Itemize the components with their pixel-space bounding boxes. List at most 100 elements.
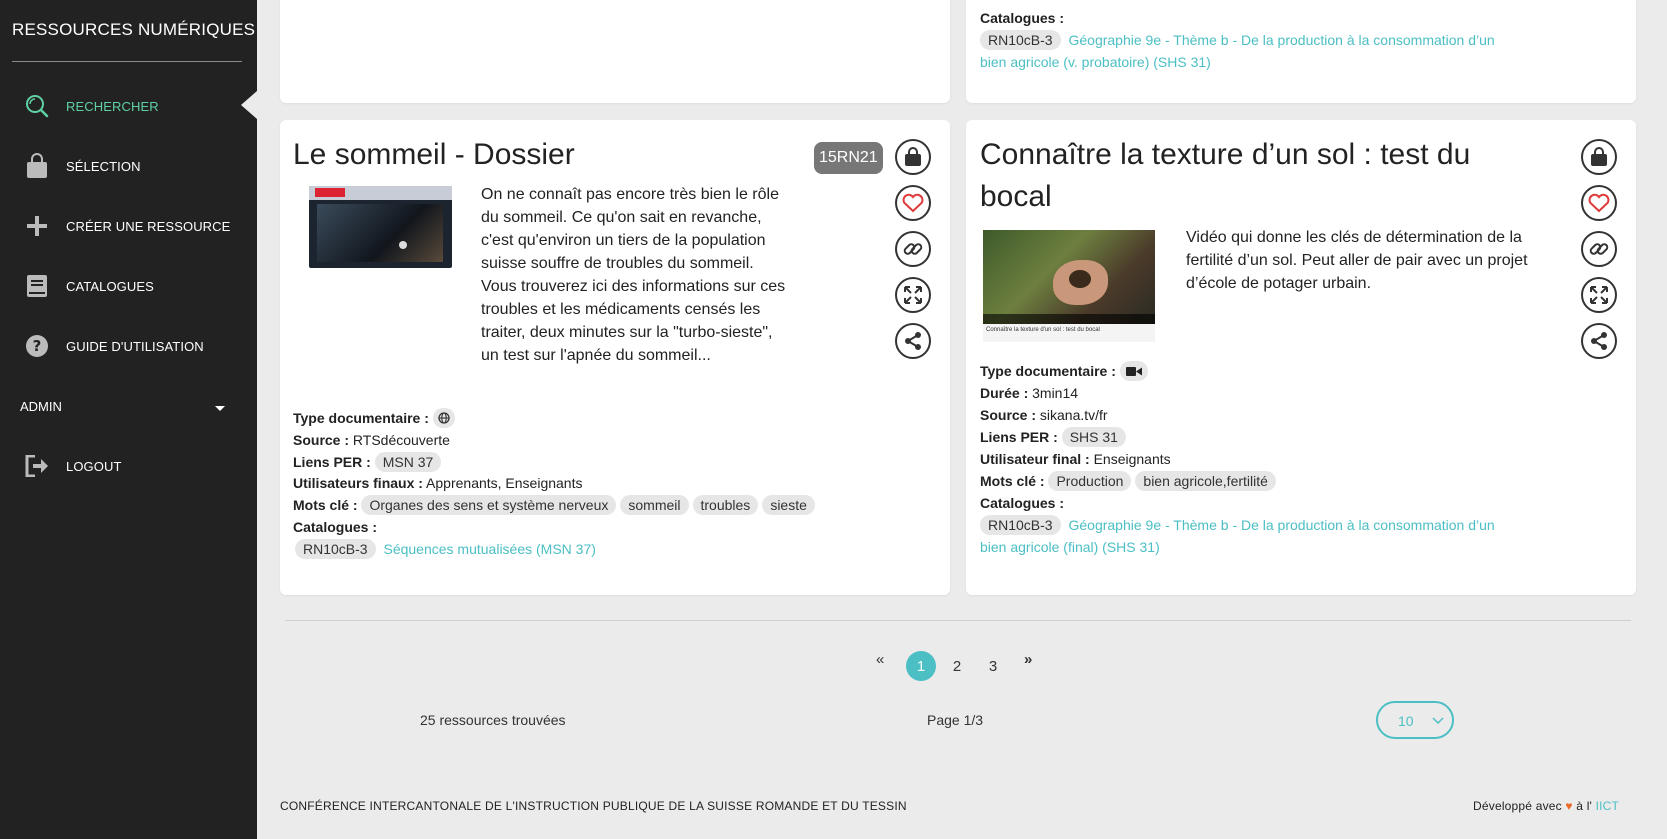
share-icon: [1591, 332, 1607, 350]
source-row: Source : sikana.tv/fr: [980, 407, 1108, 423]
book-icon: [24, 273, 50, 299]
search-icon: [24, 93, 50, 119]
catalogue-link[interactable]: Géographie 9e - Thème b - De la producti…: [1068, 517, 1494, 533]
link-button[interactable]: [895, 231, 931, 267]
last-page-button[interactable]: »: [1024, 651, 1032, 668]
bag-icon: [1591, 147, 1607, 166]
admin-menu[interactable]: ADMIN: [20, 399, 62, 414]
bag-icon: [24, 153, 50, 179]
add-to-selection-button[interactable]: [895, 139, 931, 175]
catalogue-link[interactable]: Géographie 9e - Thème b - De la producti…: [1068, 32, 1494, 48]
sidebar-item-selection[interactable]: SÉLECTION: [0, 141, 257, 191]
expand-icon: [1590, 286, 1608, 304]
video-icon: [1119, 361, 1148, 381]
logout-icon: [24, 453, 50, 479]
expand-icon: [904, 286, 922, 304]
catalogues-label: Catalogues :: [980, 10, 1065, 26]
fullscreen-button[interactable]: [1581, 277, 1617, 313]
first-page-button[interactable]: «: [876, 651, 884, 668]
sidebar: RESSOURCES NUMÉRIQUES RECHERCHER SÉLECTI…: [0, 0, 257, 839]
results-count: 25 ressources trouvées: [420, 712, 566, 728]
keyword-tag[interactable]: Organes des sens et système nerveux: [361, 495, 617, 515]
sidebar-item-catalogues[interactable]: CATALOGUES: [0, 261, 257, 311]
resource-card-partial-left: [280, 0, 950, 103]
favorite-button[interactable]: [1581, 185, 1617, 221]
favorite-button[interactable]: [895, 185, 931, 221]
sidebar-item-logout[interactable]: LOGOUT: [0, 441, 257, 491]
per-row: Liens PER : MSN 37: [293, 451, 445, 473]
source-row: Source : RTSdécouverte: [293, 432, 450, 448]
catalogue-link-cont[interactable]: bien agricole (final) (SHS 31): [980, 536, 1160, 558]
resource-title[interactable]: Le sommeil - Dossier: [293, 134, 575, 176]
resource-card: Connaître la texture d’un sol : test du b…: [966, 120, 1636, 595]
link-icon: [903, 243, 923, 255]
page-2-button[interactable]: 2: [942, 651, 972, 681]
sidebar-item-label: GUIDE D'UTILISATION: [66, 338, 204, 354]
catalogue-row: RN10cB-3 Géographie 9e - Thème b - De la…: [980, 514, 1580, 536]
resource-title[interactable]: Connaître la texture d’un sol : test du b…: [980, 134, 1520, 218]
catalogue-row: RN10cB-3 Géographie 9e - Thème b - De la…: [980, 29, 1580, 51]
type-row: Type documentaire :: [293, 407, 459, 429]
per-page-value: 10: [1398, 713, 1414, 729]
keyword-tag[interactable]: troubles: [692, 495, 759, 515]
catalogue-code-badge: RN10cB-3: [295, 539, 376, 559]
iict-link[interactable]: IICT: [1596, 799, 1619, 813]
content-divider: [285, 620, 1631, 621]
add-to-selection-button[interactable]: [1581, 139, 1617, 175]
keyword-tag[interactable]: Production: [1048, 471, 1132, 491]
link-button[interactable]: [1581, 231, 1617, 267]
video-thumbnail[interactable]: Connaître la texture d'un sol : test du …: [983, 230, 1155, 342]
catalogues-label: Catalogues :: [980, 495, 1065, 511]
keyword-tag[interactable]: sommeil: [620, 495, 689, 515]
resource-thumbnail[interactable]: [309, 186, 452, 268]
heart-icon: [902, 193, 924, 213]
catalogue-code-badge: RN10cB-3: [980, 30, 1061, 50]
sidebar-item-creer[interactable]: CRÉER UNE RESSOURCE: [0, 201, 257, 251]
heart-icon: ♥: [1565, 799, 1573, 813]
svg-text:?: ?: [33, 337, 42, 355]
active-indicator: [241, 91, 257, 119]
keywords-row: Mots clé : Organes des sens et système n…: [293, 494, 819, 516]
keyword-tag[interactable]: bien agricole,fertilité: [1135, 471, 1276, 491]
duration-row: Durée : 3min14: [980, 385, 1079, 401]
bag-icon: [905, 147, 921, 166]
globe-icon: [432, 408, 455, 428]
page-1-button[interactable]: 1: [906, 651, 936, 681]
catalogue-link[interactable]: Séquences mutualisées (MSN 37): [383, 541, 595, 557]
share-button[interactable]: [895, 323, 931, 359]
page-info: Page 1/3: [927, 712, 984, 728]
brand-title[interactable]: RESSOURCES NUMÉRIQUES: [12, 20, 255, 40]
users-row: Utilisateurs finaux : Apprenants, Enseig…: [293, 475, 583, 491]
keyword-tag[interactable]: sieste: [762, 495, 815, 515]
sidebar-item-guide[interactable]: ? GUIDE D'UTILISATION: [0, 321, 257, 371]
catalogue-row: RN10cB-3 Séquences mutualisées (MSN 37): [295, 538, 596, 560]
sidebar-item-label: CATALOGUES: [66, 278, 154, 294]
chevron-down-icon: [1432, 717, 1444, 725]
sidebar-item-rechercher[interactable]: RECHERCHER: [0, 81, 257, 131]
share-button[interactable]: [1581, 323, 1617, 359]
catalogue-code-badge: RN10cB-3: [980, 515, 1061, 535]
resource-description: On ne connaît pas encore très bien le rô…: [481, 186, 786, 364]
resource-description: Vidéo qui donne les clés de déterminatio…: [1186, 229, 1528, 292]
chevron-down-icon[interactable]: [215, 406, 225, 411]
footer-organization: CONFÉRENCE INTERCANTONALE DE L'INSTRUCTI…: [280, 799, 907, 813]
per-page-select[interactable]: 10: [1376, 701, 1454, 739]
keywords-row: Mots clé : Production bien agricole,ferti…: [980, 470, 1280, 492]
sidebar-item-label: RECHERCHER: [66, 98, 159, 114]
page-3-button[interactable]: 3: [978, 651, 1008, 681]
per-badge: MSN 37: [374, 452, 442, 472]
per-row: Liens PER : SHS 31: [980, 426, 1130, 448]
catalogues-label: Catalogues :: [293, 519, 378, 535]
sidebar-item-label: LOGOUT: [66, 458, 122, 474]
plus-icon: [24, 213, 50, 239]
type-row: Type documentaire :: [980, 360, 1152, 382]
resource-card: Le sommeil - Dossier 15RN21 On ne connaî…: [280, 120, 950, 595]
per-badge: SHS 31: [1061, 427, 1126, 447]
sidebar-item-label: CRÉER UNE RESSOURCE: [66, 218, 231, 234]
catalogue-link-cont[interactable]: bien agricole (v. probatoire) (SHS 31): [980, 51, 1211, 73]
fullscreen-button[interactable]: [895, 277, 931, 313]
heart-icon: [1588, 193, 1610, 213]
thumbnail-caption: Connaître la texture d'un sol : test du …: [986, 327, 1100, 333]
footer-credits: Développé avec ♥ à l' IICT: [1473, 799, 1620, 813]
resource-code-badge: 15RN21: [814, 142, 883, 174]
